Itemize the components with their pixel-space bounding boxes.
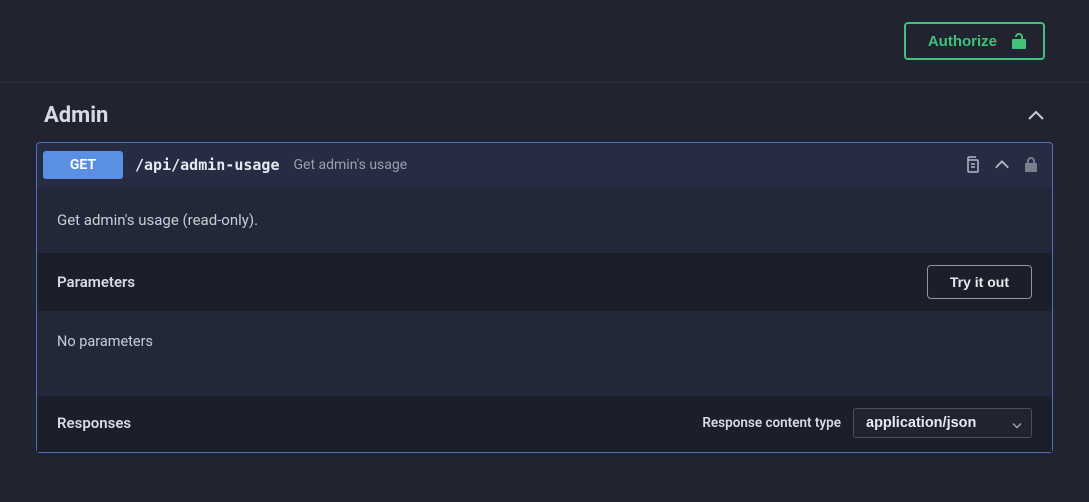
copy-icon[interactable] [964, 156, 980, 174]
response-content-type-select[interactable]: application/json [853, 408, 1032, 438]
response-content-type-label: Response content type [702, 415, 841, 431]
chevron-up-icon [1027, 110, 1045, 122]
lock-icon[interactable] [1024, 157, 1038, 173]
operation-block: GET /api/admin-usage Get admin's usage [36, 142, 1053, 453]
operation-summary: Get admin's usage [294, 157, 408, 173]
responses-label: Responses [57, 414, 131, 432]
section-title: Admin [44, 103, 108, 128]
authorize-button[interactable]: Authorize [904, 22, 1045, 60]
try-it-out-button[interactable]: Try it out [927, 265, 1032, 299]
operation-description: Get admin's usage (read-only). [37, 187, 1052, 253]
parameters-label: Parameters [57, 273, 135, 291]
parameters-bar: Parameters Try it out [37, 253, 1052, 311]
section-header-admin[interactable]: Admin [36, 83, 1053, 142]
operation-path: /api/admin-usage [135, 156, 280, 174]
operation-header[interactable]: GET /api/admin-usage Get admin's usage [37, 143, 1052, 187]
unlock-icon [1011, 32, 1027, 50]
responses-bar: Responses Response content type applicat… [37, 396, 1052, 452]
chevron-up-icon[interactable] [994, 159, 1010, 171]
authorize-label: Authorize [928, 33, 997, 50]
method-badge: GET [43, 151, 123, 179]
no-parameters-text: No parameters [37, 311, 1052, 396]
